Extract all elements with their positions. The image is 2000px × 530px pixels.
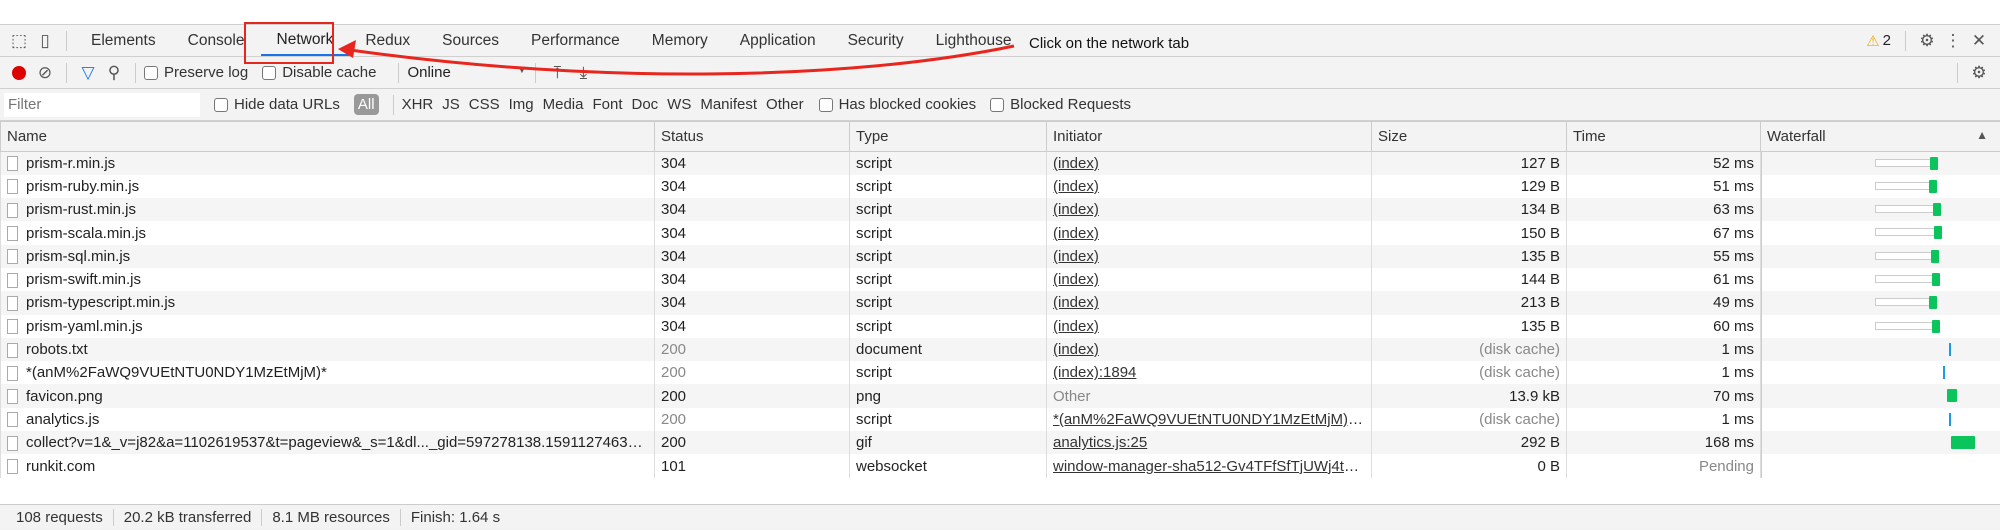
annotation-text: Click on the network tab — [1029, 35, 1190, 52]
annotation-arrow — [338, 40, 1015, 76]
